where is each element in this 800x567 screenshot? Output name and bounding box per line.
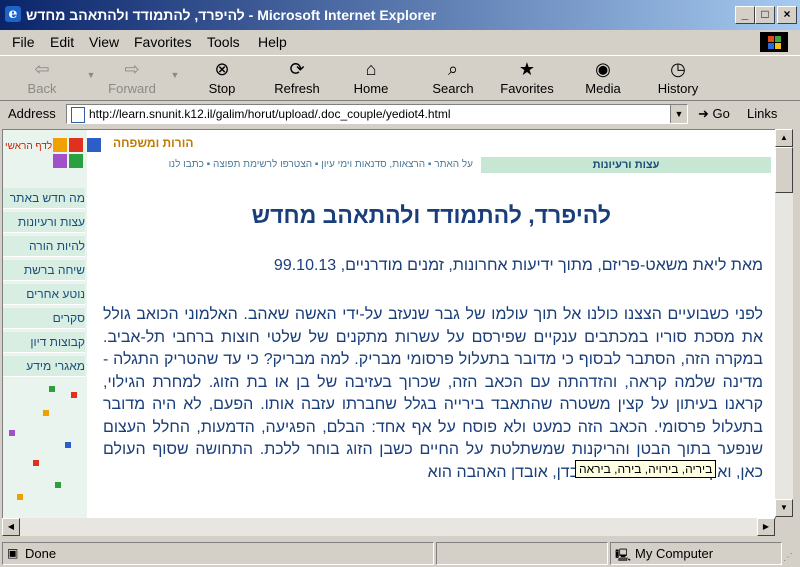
resize-grip[interactable]: ⋰ bbox=[783, 552, 793, 563]
decor-dot bbox=[17, 494, 23, 500]
logo-square-green bbox=[69, 154, 83, 168]
tips-tab[interactable]: עצות ורעיונות bbox=[481, 157, 771, 173]
section-title: הורות ומשפחה bbox=[113, 136, 194, 150]
refresh-icon: ⟳ bbox=[289, 59, 305, 79]
stop-icon: ⊗ bbox=[214, 59, 230, 79]
menu-file[interactable]: File bbox=[12, 34, 35, 50]
page-done-icon: ▣ bbox=[7, 546, 19, 560]
decor-dot bbox=[49, 386, 55, 392]
history-button[interactable]: ◷ History bbox=[654, 58, 702, 98]
browser-window: e להיפרד, להתמודד ולהתאהב מחדש - Microso… bbox=[0, 0, 800, 567]
link-about[interactable]: על האתר bbox=[434, 159, 473, 170]
logo-square-red bbox=[69, 138, 83, 152]
scroll-right-icon[interactable]: ▶ bbox=[757, 518, 775, 536]
logo-square-purple bbox=[53, 154, 67, 168]
home-link[interactable]: לדף הראשי bbox=[5, 141, 52, 153]
decor-dot bbox=[71, 392, 77, 398]
scroll-left-icon[interactable]: ◀ bbox=[2, 518, 20, 536]
logo-square-blue bbox=[87, 138, 101, 152]
scroll-up-icon[interactable]: ▲ bbox=[775, 129, 793, 147]
forward-arrow-icon: ⇨ bbox=[124, 59, 140, 79]
logo-square-orange bbox=[53, 138, 67, 152]
ie-logo-icon[interactable]: e bbox=[5, 6, 21, 22]
link-contact[interactable]: כתבו לנו bbox=[169, 159, 204, 170]
vertical-scroll-thumb[interactable] bbox=[775, 147, 793, 193]
zone-text: My Computer bbox=[635, 546, 714, 561]
nav-chat[interactable]: שיחה ברשת bbox=[3, 260, 85, 281]
standard-toolbar: ⇦ Back ▼ ⇨ Forward ▼ ⊗ Stop ⟳ Refresh ⌂ … bbox=[0, 55, 800, 101]
close-button[interactable]: × bbox=[777, 6, 797, 24]
address-url[interactable]: http://learn.snunit.k12.il/galim/horut/u… bbox=[89, 107, 451, 121]
article-byline: מאת ליאת משאט-פריזם, מתוך ידיעות אחרונות… bbox=[273, 257, 763, 274]
spelling-tooltip: ביריה, בירויה, בירה, ביראה bbox=[575, 460, 717, 478]
computer-icon: 🖳 bbox=[615, 548, 632, 562]
address-label: Address bbox=[8, 106, 56, 121]
nav-discussion[interactable]: קבוצות דיון bbox=[3, 332, 85, 353]
decor-dot bbox=[33, 460, 39, 466]
nav-surveys[interactable]: סקרים bbox=[3, 308, 85, 329]
forward-button[interactable]: ⇨ Forward bbox=[104, 58, 160, 98]
nav-tips[interactable]: עצות ורעיונות bbox=[3, 212, 85, 233]
window-title: להיפרד, להתמודד ולהתאהב מחדש - Microsoft… bbox=[26, 7, 437, 23]
article-headline: להיפרד, להתמודד ולהתאהב מחדש bbox=[251, 202, 611, 228]
address-dropdown-icon[interactable]: ▼ bbox=[670, 105, 687, 123]
nav-others[interactable]: נוטע אחרים bbox=[3, 284, 85, 305]
menu-help[interactable]: Help bbox=[258, 34, 287, 50]
go-button[interactable]: ➜ Go bbox=[698, 106, 730, 122]
page-icon bbox=[71, 107, 85, 123]
stop-button[interactable]: ⊗ Stop bbox=[200, 58, 244, 98]
link-mailing-list[interactable]: הצטרפו לרשימת תפוצה bbox=[213, 159, 312, 170]
home-button[interactable]: ⌂ Home bbox=[348, 58, 394, 98]
decor-dot bbox=[55, 482, 61, 488]
horizontal-scrollbar[interactable]: ◀ ▶ bbox=[2, 518, 775, 536]
nav-parenting[interactable]: להיות הורה bbox=[3, 236, 85, 257]
top-links: על האתר ▪ הרצאות, סדנאות וימי עיון ▪ הצט… bbox=[168, 159, 473, 170]
status-zone-pane: 🖳 My Computer bbox=[610, 542, 782, 565]
left-navigation: לדף הראשי מה חדש באתר עצות ורעיונות להיו… bbox=[3, 130, 101, 518]
search-icon: ⌕ bbox=[447, 59, 459, 79]
decor-dot bbox=[43, 410, 49, 416]
status-main-pane: ▣ Done bbox=[2, 542, 434, 565]
minimize-button[interactable]: _ bbox=[735, 6, 755, 24]
media-icon: ◉ bbox=[595, 59, 611, 79]
go-arrow-icon: ➜ bbox=[698, 106, 709, 121]
history-icon: ◷ bbox=[670, 59, 686, 79]
page-viewport: לדף הראשי מה חדש באתר עצות ורעיונות להיו… bbox=[2, 129, 776, 519]
menu-bar: File Edit View Favorites Tools Help bbox=[0, 31, 800, 53]
decor-dot bbox=[9, 430, 15, 436]
search-button[interactable]: ⌕ Search bbox=[428, 58, 478, 98]
nav-whats-new[interactable]: מה חדש באתר bbox=[3, 188, 85, 209]
menu-edit[interactable]: Edit bbox=[50, 34, 74, 50]
title-bar[interactable]: e להיפרד, להתמודד ולהתאהב מחדש - Microso… bbox=[0, 0, 800, 30]
link-lectures[interactable]: הרצאות, סדנאות וימי עיון bbox=[321, 159, 425, 170]
status-bar: ▣ Done 🖳 My Computer ⋰ bbox=[0, 540, 800, 567]
nav-databases[interactable]: מאגרי מידע bbox=[3, 356, 85, 377]
menu-tools[interactable]: Tools bbox=[207, 34, 240, 50]
favorites-folder-icon: ★ bbox=[518, 59, 536, 79]
scroll-down-icon[interactable]: ▼ bbox=[775, 499, 793, 517]
home-icon: ⌂ bbox=[365, 59, 377, 79]
back-button[interactable]: ⇦ Back bbox=[16, 58, 68, 98]
menu-favorites[interactable]: Favorites bbox=[134, 34, 192, 50]
favorites-button[interactable]: ★ Favorites bbox=[496, 58, 558, 98]
windows-logo-icon bbox=[760, 32, 788, 52]
decor-dot bbox=[65, 442, 71, 448]
article-body: לפני כשבועיים הצצנו כולנו אל תוך עולמו ש… bbox=[103, 306, 763, 481]
vertical-scrollbar[interactable]: ▲ ▼ bbox=[775, 129, 793, 517]
status-progress-pane bbox=[436, 542, 608, 565]
menu-view[interactable]: View bbox=[89, 34, 119, 50]
address-input[interactable]: http://learn.snunit.k12.il/galim/horut/u… bbox=[66, 104, 688, 124]
address-bar: Address http://learn.snunit.k12.il/galim… bbox=[0, 101, 800, 127]
refresh-button[interactable]: ⟳ Refresh bbox=[270, 58, 324, 98]
status-text: Done bbox=[25, 546, 57, 561]
links-button[interactable]: Links bbox=[747, 106, 777, 121]
media-button[interactable]: ◉ Media bbox=[580, 58, 626, 98]
maximize-button[interactable]: □ bbox=[755, 6, 775, 24]
back-arrow-icon: ⇦ bbox=[34, 59, 50, 79]
